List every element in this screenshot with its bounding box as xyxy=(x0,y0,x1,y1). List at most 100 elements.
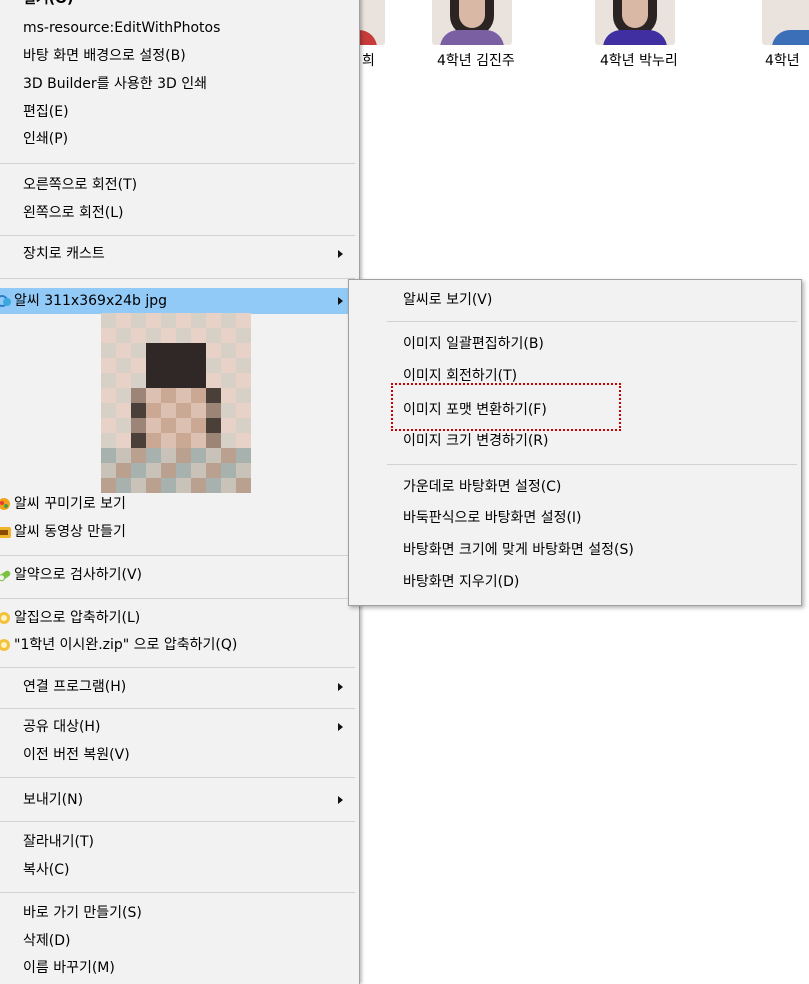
preview-pixel xyxy=(221,358,236,373)
menu-separator xyxy=(387,321,797,322)
preview-pixel xyxy=(146,328,161,343)
menu-item-3d-print[interactable]: 3D Builder를 사용한 3D 인쇄 xyxy=(0,71,358,97)
submenu-item-resize[interactable]: 이미지 크기 변경하기(R) xyxy=(403,428,548,454)
chevron-right-icon xyxy=(338,683,343,691)
preview-pixel xyxy=(146,373,161,388)
preview-pixel xyxy=(191,433,206,448)
preview-pixel xyxy=(161,358,176,373)
preview-pixel xyxy=(206,328,221,343)
menu-item-cast-to-device[interactable]: 장치로 캐스트 xyxy=(0,241,358,267)
preview-pixel xyxy=(131,313,146,328)
submenu-item-wallpaper-center[interactable]: 가운데로 바탕화면 설정(C) xyxy=(403,474,561,500)
preview-pixel xyxy=(191,403,206,418)
menu-item-edit[interactable]: 편집(E) xyxy=(0,99,358,125)
menu-item-copy[interactable]: 복사(C) xyxy=(0,857,358,883)
menu-separator xyxy=(0,598,355,599)
preview-pixel xyxy=(131,343,146,358)
preview-pixel xyxy=(101,373,116,388)
preview-pixel xyxy=(206,313,221,328)
preview-pixel xyxy=(131,388,146,403)
preview-pixel xyxy=(146,358,161,373)
menu-item-alyac-scan[interactable]: 알약으로 검사하기(V) xyxy=(0,562,358,588)
menu-separator xyxy=(0,667,355,668)
preview-pixel xyxy=(161,403,176,418)
preview-pixel xyxy=(146,403,161,418)
menu-item-share-with[interactable]: 공유 대상(H) xyxy=(0,714,358,740)
preview-pixel xyxy=(221,343,236,358)
preview-pixel xyxy=(146,313,161,328)
preview-pixel xyxy=(206,388,221,403)
menu-item-cut[interactable]: 잘라내기(T) xyxy=(0,829,358,855)
menu-item-rotate-right[interactable]: 오른쪽으로 회전(T) xyxy=(0,172,358,198)
preview-pixel xyxy=(206,418,221,433)
preview-pixel xyxy=(206,373,221,388)
preview-pixel xyxy=(221,403,236,418)
menu-item-alsee[interactable]: 알씨 311x369x24b jpg xyxy=(0,288,356,314)
menu-item-restore-previous[interactable]: 이전 버전 복원(V) xyxy=(0,742,358,768)
alyac-icon xyxy=(0,570,11,582)
menu-item-alzip-compress-named[interactable]: "1학년 이시완.zip" 으로 압축하기(Q) xyxy=(0,632,358,658)
submenu-item-wallpaper-clear[interactable]: 바탕화면 지우기(D) xyxy=(403,569,519,595)
preview-pixel xyxy=(116,388,131,403)
preview-pixel xyxy=(191,463,206,478)
submenu-item-wallpaper-fit[interactable]: 바탕화면 크기에 맞게 바탕화면 설정(S) xyxy=(403,537,634,563)
submenu-item-wallpaper-tile[interactable]: 바둑판식으로 바탕화면 설정(I) xyxy=(403,505,582,531)
menu-item-alzip-compress[interactable]: 알집으로 압축하기(L) xyxy=(0,605,358,631)
preview-pixel xyxy=(116,373,131,388)
preview-pixel xyxy=(221,448,236,463)
thumbnail-3[interactable] xyxy=(595,0,675,45)
preview-pixel xyxy=(221,463,236,478)
preview-pixel xyxy=(221,418,236,433)
menu-item-create-shortcut[interactable]: 바로 가기 만들기(S) xyxy=(0,900,358,926)
alzip-icon xyxy=(0,639,10,651)
preview-pixel xyxy=(131,328,146,343)
preview-pixel xyxy=(176,463,191,478)
preview-pixel xyxy=(176,373,191,388)
preview-pixel xyxy=(146,463,161,478)
menu-item-rotate-left[interactable]: 왼쪽으로 회전(L) xyxy=(0,200,358,226)
preview-pixel xyxy=(176,328,191,343)
menu-separator xyxy=(0,555,355,556)
menu-separator xyxy=(0,235,355,236)
preview-pixel xyxy=(101,388,116,403)
menu-separator xyxy=(0,892,355,893)
preview-pixel xyxy=(101,328,116,343)
chevron-right-icon xyxy=(338,796,343,804)
preview-pixel xyxy=(161,433,176,448)
submenu-item-batch-edit[interactable]: 이미지 일괄편집하기(B) xyxy=(403,331,544,357)
menu-item-alsee-decorate[interactable]: 알씨 꾸미기로 보기 xyxy=(0,491,358,517)
submenu-item-view-with-alsee[interactable]: 알씨로 보기(V) xyxy=(403,287,492,313)
preview-pixel xyxy=(176,418,191,433)
menu-item-rename[interactable]: 이름 바꾸기(M) xyxy=(0,955,358,981)
preview-pixel xyxy=(146,343,161,358)
preview-pixel xyxy=(236,388,251,403)
thumbnail-4-label: 4학년 xyxy=(765,53,800,69)
thumbnail-4[interactable] xyxy=(762,0,809,45)
preview-pixel xyxy=(131,373,146,388)
menu-separator xyxy=(0,821,355,822)
preview-pixel xyxy=(101,448,116,463)
menu-item-alsee-video[interactable]: 알씨 동영상 만들기 xyxy=(0,519,358,545)
menu-item-edit-with-photos[interactable]: ms-resource:EditWithPhotos xyxy=(0,15,358,41)
preview-pixel xyxy=(236,343,251,358)
alsee-decorate-icon xyxy=(0,498,10,510)
thumbnail-2[interactable] xyxy=(432,0,512,45)
preview-pixel xyxy=(176,358,191,373)
preview-pixel xyxy=(221,328,236,343)
preview-pixel xyxy=(101,433,116,448)
menu-item-set-desktop-background[interactable]: 바탕 화면 배경으로 설정(B) xyxy=(0,43,358,69)
menu-item-delete[interactable]: 삭제(D) xyxy=(0,928,358,954)
preview-pixel xyxy=(176,313,191,328)
preview-pixel xyxy=(116,313,131,328)
preview-pixel xyxy=(191,328,206,343)
preview-pixel xyxy=(206,403,221,418)
preview-pixel xyxy=(101,403,116,418)
menu-item-send-to[interactable]: 보내기(N) xyxy=(0,787,358,813)
preview-pixel xyxy=(161,418,176,433)
preview-pixel xyxy=(161,388,176,403)
menu-item-print[interactable]: 인쇄(P) xyxy=(0,126,358,152)
preview-pixel xyxy=(101,418,116,433)
preview-pixel xyxy=(131,403,146,418)
menu-item-open-with[interactable]: 연결 프로그램(H) xyxy=(0,674,358,700)
menu-separator xyxy=(0,163,355,164)
